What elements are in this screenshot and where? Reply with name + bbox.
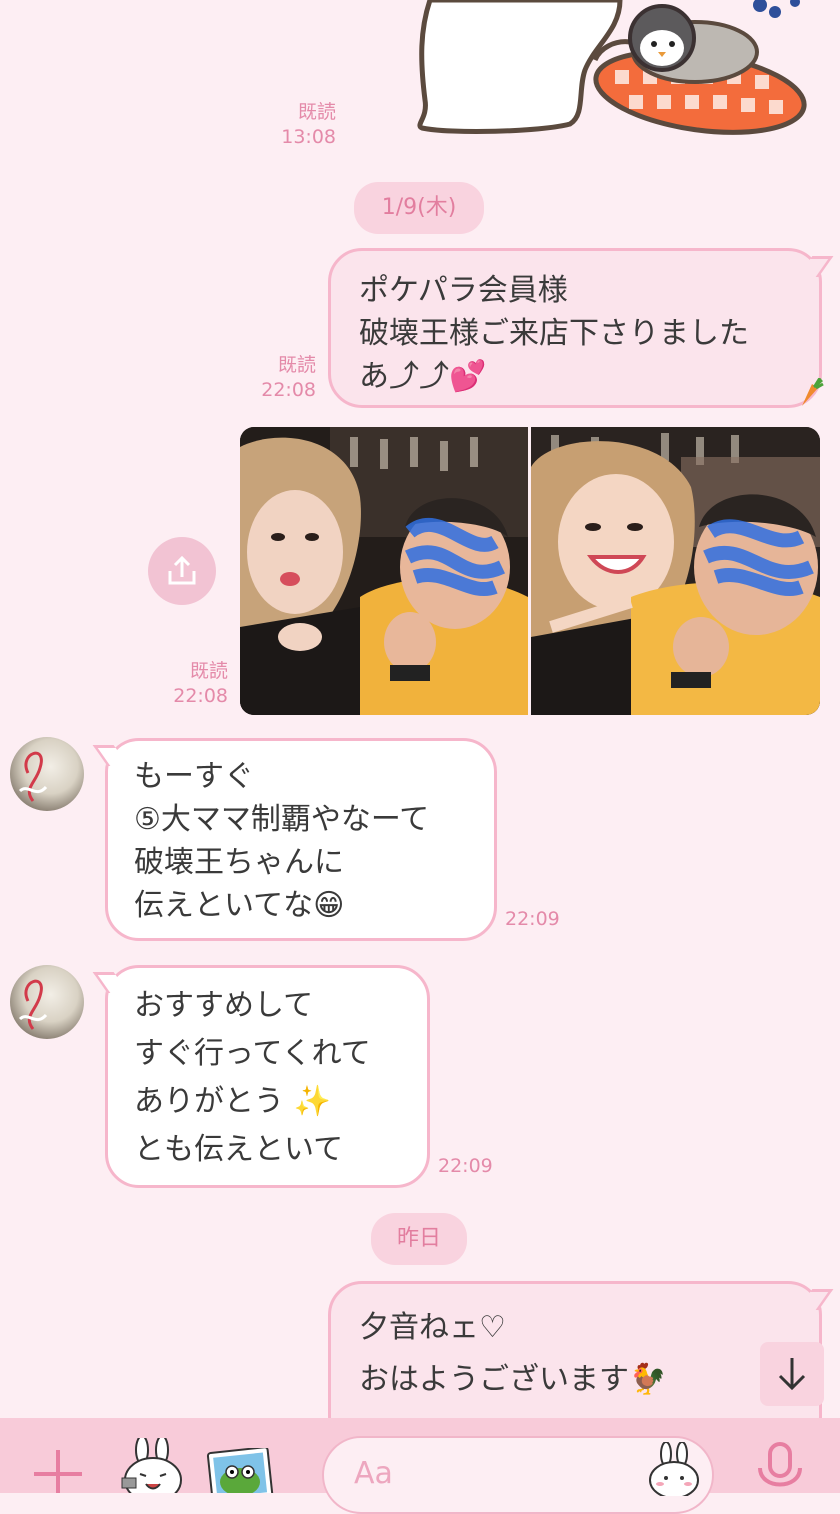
share-icon (168, 555, 196, 585)
arrow-down-icon (778, 1358, 806, 1391)
plus-button[interactable] (30, 1448, 86, 1493)
share-button[interactable] (148, 537, 216, 605)
message-line: すぐ行ってくれて (134, 1036, 371, 1071)
timestamp-m5: 22:09 (438, 1154, 502, 1179)
avatar[interactable] (10, 737, 84, 811)
photo-frog-icon (206, 1446, 274, 1504)
timestamp: 22:09 (505, 908, 560, 930)
message-line: もーすぐ (134, 759, 254, 794)
avatar-scribble (18, 979, 48, 1030)
photo-1[interactable] (240, 427, 528, 715)
message-line: 破壊王ちゃんに (134, 845, 344, 880)
message-line: ありがとう ✨ (134, 1084, 331, 1119)
timestamp: 13:08 (281, 126, 336, 148)
message-line: ポケパラ会員様 (359, 273, 568, 308)
date-separator: 1/9(木) (354, 182, 484, 234)
message-line: 夕音ねェ♡ (359, 1310, 506, 1345)
message-input[interactable]: Aa (322, 1436, 714, 1514)
plus-icon (34, 1450, 82, 1493)
sticker-button[interactable] (118, 1435, 188, 1503)
message-bubble-incoming[interactable]: おすすめして すぐ行ってくれて ありがとう ✨ とも伝えといて (105, 965, 430, 1188)
avatar[interactable] (10, 965, 84, 1039)
input-placeholder: Aa (354, 1456, 393, 1491)
carrot-icon (796, 377, 824, 408)
read-label: 既読 (189, 660, 228, 682)
sticker-bear-penguin[interactable] (410, 0, 810, 140)
message-line: ⑤大ママ制覇やなーて (134, 802, 430, 837)
timestamp: 22:08 (173, 685, 228, 707)
read-label: 既読 (277, 354, 316, 376)
message-line: 破壊王様ご来店下さりました (359, 316, 749, 351)
date-separator: 昨日 (371, 1213, 467, 1265)
read-receipt-m2: 既読 22:08 (230, 353, 316, 403)
read-receipt-m1: 既読 13:08 (250, 100, 336, 150)
timestamp: 22:08 (261, 379, 316, 401)
mic-button[interactable] (750, 1440, 810, 1493)
emoji-bunny-icon[interactable] (646, 1442, 702, 1496)
timestamp-m4: 22:09 (505, 907, 569, 932)
message-line: おすすめして (134, 988, 314, 1023)
message-bubble-outgoing[interactable]: ポケパラ会員様 破壊王様ご来店下さりました あ⤴⤴💕 (328, 248, 822, 408)
message-line: 伝えといてな😁 (134, 888, 345, 923)
message-line: あ⤴⤴💕 (359, 359, 487, 394)
read-label: 既読 (297, 101, 336, 123)
photo-button[interactable] (206, 1446, 274, 1504)
timestamp: 22:09 (438, 1155, 493, 1177)
date-label: 1/9(木) (381, 195, 457, 220)
avatar-scribble (18, 751, 48, 802)
mic-icon (758, 1442, 802, 1487)
message-line: とも伝えといて (134, 1132, 344, 1167)
read-receipt-m3: 既読 22:08 (142, 659, 228, 709)
photo-2[interactable] (531, 427, 820, 715)
scroll-to-bottom-button[interactable] (760, 1342, 824, 1406)
date-label: 昨日 (396, 1226, 441, 1251)
message-line: おはようございます🐓 (359, 1362, 667, 1397)
sticker-bunny-icon (121, 1435, 182, 1503)
message-bubble-incoming[interactable]: もーすぐ ⑤大ママ制覇やなーて 破壊王ちゃんに 伝えといてな😁 (105, 738, 497, 941)
